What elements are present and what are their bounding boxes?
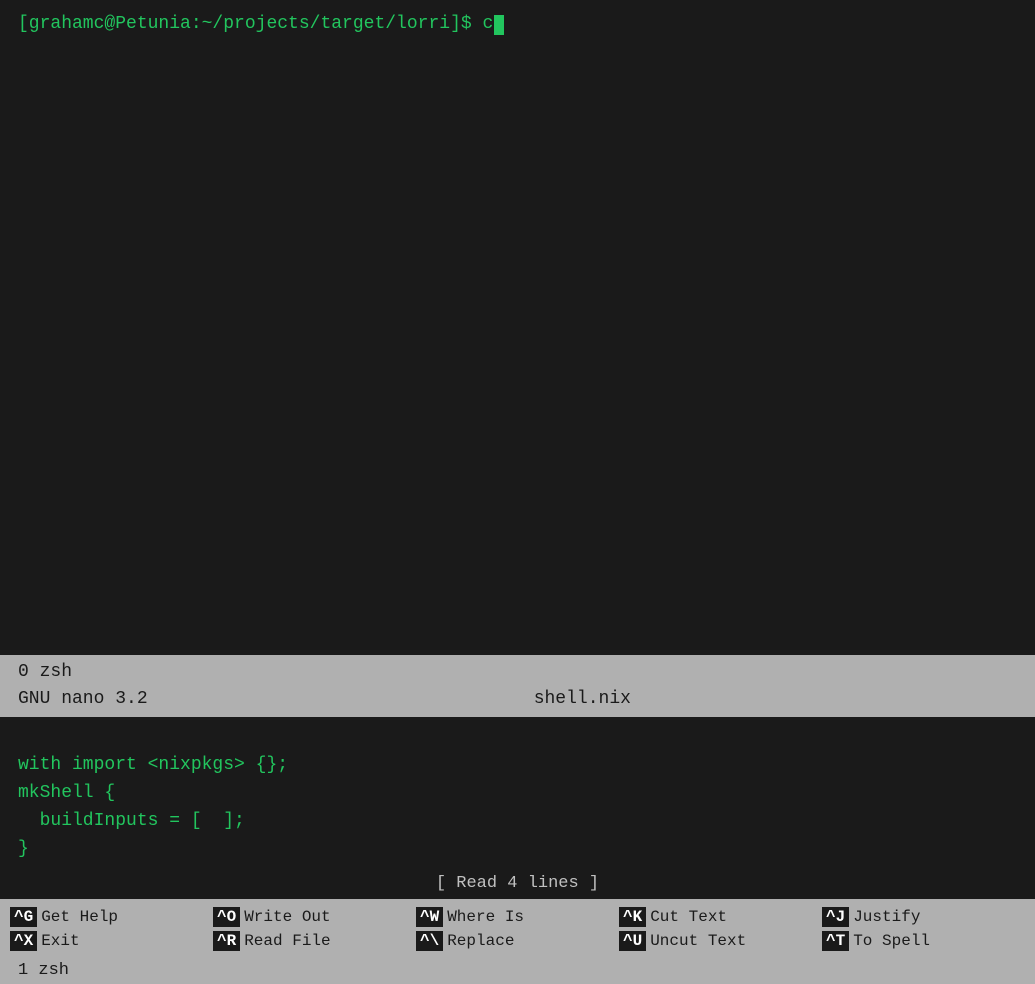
terminal-prompt-area: [grahamc@Petunia:~/projects/target/lorri…	[0, 0, 1035, 49]
shortcut-key-read-file: ^R	[213, 931, 240, 951]
shortcut-label-cut-text: Cut Text	[650, 908, 727, 926]
shortcut-where-is[interactable]: ^W Where Is	[416, 907, 619, 927]
shortcut-justify[interactable]: ^J Justify	[822, 907, 1025, 927]
nano-status-line1: 0 zsh	[18, 659, 1017, 686]
shortcut-label-justify: Justify	[853, 908, 920, 926]
shortcut-key-where-is: ^W	[416, 907, 443, 927]
shortcut-to-spell[interactable]: ^T To Spell	[822, 931, 1025, 951]
shortcut-label-read-file: Read File	[244, 932, 330, 950]
prompt-text: [grahamc@Petunia:~/projects/target/lorri…	[18, 12, 493, 37]
shortcut-key-uncut-text: ^U	[619, 931, 646, 951]
nano-editor-area[interactable]: with import <nixpkgs> {}; mkShell { buil…	[0, 717, 1035, 872]
shortcut-key-replace: ^\	[416, 931, 443, 951]
shortcut-key-cut-text: ^K	[619, 907, 646, 927]
read-indicator: [ Read 4 lines ]	[0, 872, 1035, 899]
nano-version: GNU nano 3.2	[18, 686, 148, 713]
shortcut-key-get-help: ^G	[10, 907, 37, 927]
cursor	[494, 15, 504, 35]
shortcut-label-replace: Replace	[447, 932, 514, 950]
shortcut-key-write-out: ^O	[213, 907, 240, 927]
shortcut-key-exit: ^X	[10, 931, 37, 951]
shortcut-label-get-help: Get Help	[41, 908, 118, 926]
shortcut-label-to-spell: To Spell	[853, 932, 930, 950]
shortcut-get-help[interactable]: ^G Get Help	[10, 907, 213, 927]
shortcut-uncut-text[interactable]: ^U Uncut Text	[619, 931, 822, 951]
shortcut-exit[interactable]: ^X Exit	[10, 931, 213, 951]
shortcut-replace[interactable]: ^\ Replace	[416, 931, 619, 951]
code-line-3: buildInputs = [ ];	[18, 808, 1017, 836]
shortcut-row-2: ^X Exit ^R Read File ^\ Replace ^U Uncut…	[0, 929, 1035, 953]
shortcut-label-uncut-text: Uncut Text	[650, 932, 746, 950]
code-line-blank	[18, 725, 1017, 753]
nano-status-bar: 0 zsh GNU nano 3.2 shell.nix	[0, 655, 1035, 717]
shortcut-write-out[interactable]: ^O Write Out	[213, 907, 416, 927]
prompt-line: [grahamc@Petunia:~/projects/target/lorri…	[18, 12, 1017, 37]
code-line-2: mkShell {	[18, 780, 1017, 808]
code-line-4: }	[18, 836, 1017, 864]
empty-terminal-area	[0, 49, 1035, 654]
nano-bottom-bar: 1 zsh	[0, 957, 1035, 984]
shortcut-label-exit: Exit	[41, 932, 79, 950]
shortcut-read-file[interactable]: ^R Read File	[213, 931, 416, 951]
nano-status-line2: GNU nano 3.2 shell.nix	[18, 686, 1017, 713]
nano-shortcuts: ^G Get Help ^O Write Out ^W Where Is ^K …	[0, 899, 1035, 957]
shortcut-cut-text[interactable]: ^K Cut Text	[619, 907, 822, 927]
shortcut-label-write-out: Write Out	[244, 908, 330, 926]
code-line-1: with import <nixpkgs> {};	[18, 752, 1017, 780]
shortcut-label-where-is: Where Is	[447, 908, 524, 926]
shortcut-key-to-spell: ^T	[822, 931, 849, 951]
shortcut-row-1: ^G Get Help ^O Write Out ^W Where Is ^K …	[0, 905, 1035, 929]
nano-filename: shell.nix	[148, 686, 1017, 713]
shortcut-key-justify: ^J	[822, 907, 849, 927]
